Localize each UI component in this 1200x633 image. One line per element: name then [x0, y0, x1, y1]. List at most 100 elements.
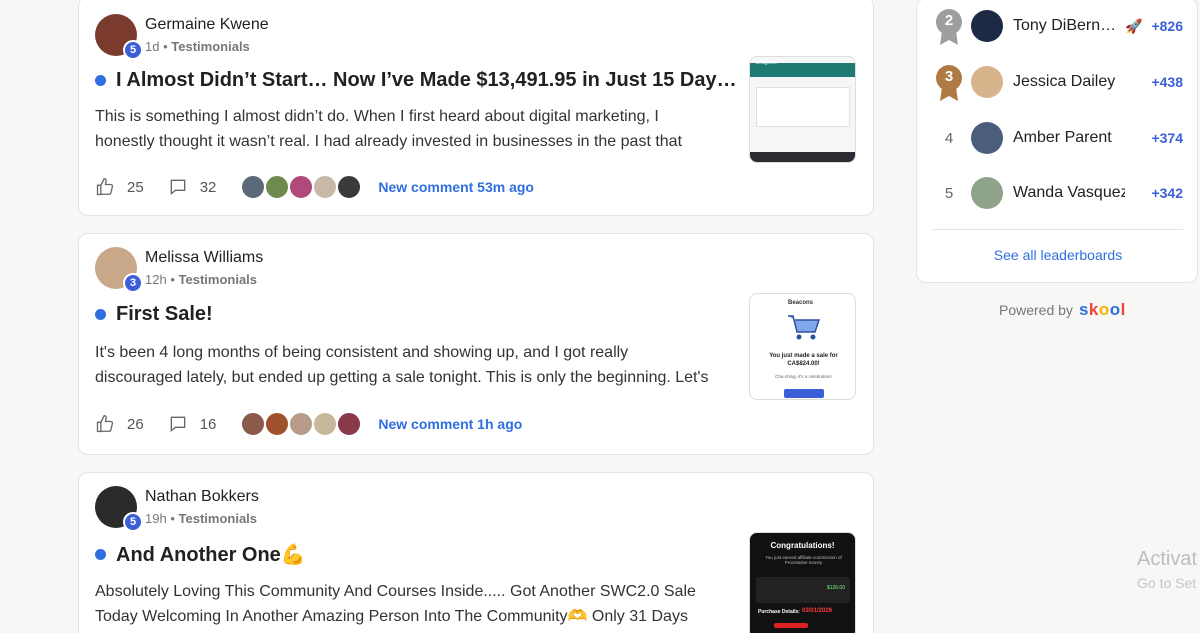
thumbnail-heading: Congratulations! [770, 541, 835, 550]
thumbnail-brand: Beacons [788, 300, 814, 306]
shopping-cart-icon [788, 315, 821, 340]
thumbs-up-icon [96, 414, 114, 433]
comment-count: 32 [199, 178, 217, 196]
unread-dot [95, 309, 106, 320]
post-author-row: 3 Melissa Williams 12h • Testimonials [95, 247, 263, 293]
commenter-avatar [288, 411, 315, 437]
commenter-avatars[interactable] [240, 411, 363, 437]
powered-by[interactable]: Powered by skool [999, 300, 1126, 320]
post-body[interactable]: Absolutely Loving This Community And Cou… [95, 579, 715, 629]
windows-activation-watermark: Activat [1137, 548, 1198, 570]
post-body-line: Absolutely Loving This Community And Cou… [95, 583, 696, 600]
leaderboard-points: +374 [1151, 130, 1183, 146]
post-meta: 12h • Testimonials [145, 271, 263, 288]
commenter-avatar [240, 174, 267, 200]
post-title-text[interactable]: First Sale! [116, 303, 213, 326]
post-body[interactable]: This is something I almost didn’t do. Wh… [95, 104, 715, 154]
level-badge: 5 [123, 512, 143, 532]
thumbnail-date: 03/01/2026 [802, 608, 833, 614]
meta-separator: • [170, 272, 175, 287]
post-card[interactable]: 3 Melissa Williams 12h • Testimonials Fi… [78, 233, 874, 455]
leaderboard-avatar[interactable] [971, 122, 1003, 154]
post-time: 12h [145, 272, 167, 287]
community-feed-page: 5 Germaine Kwene 1d • Testimonials I Alm… [0, 0, 1200, 633]
post-author-row: 5 Germaine Kwene 1d • Testimonials [95, 14, 269, 60]
leaderboard-name[interactable]: Amber Parent [1013, 129, 1125, 147]
leaderboard-avatar[interactable] [971, 66, 1003, 98]
leaderboard-row[interactable]: 4 Amber Parent +374 [933, 122, 1183, 154]
new-comment-link[interactable]: New comment 53m ago [378, 179, 534, 195]
rank-number: 4 [944, 129, 954, 147]
post-thumbnail[interactable]: Endgreen [749, 56, 856, 163]
leaderboard-row[interactable]: 5 Wanda Vasquez +342 [933, 177, 1183, 209]
unread-dot [95, 549, 106, 560]
author-avatar[interactable]: 5 [95, 486, 143, 532]
thumbs-up-icon [96, 177, 114, 196]
author-avatar[interactable]: 3 [95, 247, 143, 293]
skool-logo: skool [1078, 300, 1126, 319]
post-thumbnail[interactable]: Beacons You just made a sale for CA$824.… [749, 293, 856, 400]
post-body-line: Today Welcoming In Another Amazing Perso… [95, 608, 688, 625]
author-name[interactable]: Melissa Williams [145, 248, 263, 268]
leaderboard-avatar[interactable] [971, 177, 1003, 209]
commenter-avatars[interactable] [240, 174, 363, 200]
post-category[interactable]: Testimonials [179, 272, 258, 287]
leaderboard-name[interactable]: Tony DiBern… [1013, 17, 1125, 35]
post-body[interactable]: It's been 4 long months of being consist… [95, 340, 715, 390]
thumbnail-purchase-label: Purchase Details: [758, 609, 800, 615]
rocket-emoji: 🚀 [1125, 17, 1143, 34]
unread-dot [95, 75, 106, 86]
level-badge: 3 [123, 273, 143, 293]
commenter-avatar [336, 174, 363, 200]
new-comment-link[interactable]: New comment 1h ago [378, 416, 522, 432]
leaderboard-card: 2 Tony DiBern… 🚀 +826 3 Jessica Dailey +… [916, 0, 1198, 283]
author-name[interactable]: Nathan Bokkers [145, 487, 259, 507]
commenter-avatar [312, 411, 339, 437]
thumbnail-message: You just made a sale for CA$824.00! [769, 353, 838, 367]
leaderboard-row[interactable]: 2 Tony DiBern… 🚀 +826 [933, 7, 1183, 45]
leaderboard-row[interactable]: 3 Jessica Dailey +438 [933, 63, 1183, 101]
author-meta: Germaine Kwene 1d • Testimonials [145, 15, 269, 55]
commenter-avatar [336, 411, 363, 437]
post-title[interactable]: And Another One💪 [95, 542, 306, 567]
comment-icon [170, 179, 186, 196]
meta-separator: • [163, 39, 168, 54]
post-body-line: honestly thought it wasn’t real. I had a… [95, 133, 683, 150]
comment-button[interactable]: 16 [168, 414, 216, 434]
post-meta: 1d • Testimonials [145, 38, 269, 55]
thumbnail-redaction [774, 623, 808, 628]
post-card[interactable]: 5 Nathan Bokkers 19h • Testimonials And … [78, 472, 874, 633]
commenter-avatar [264, 174, 291, 200]
like-button[interactable]: 26 [95, 414, 144, 434]
leaderboard-name[interactable]: Jessica Dailey [1013, 73, 1125, 91]
thumbnail-text: Endgreen [756, 60, 778, 66]
silver-medal-icon: 2 [933, 7, 965, 45]
thumbnail-button [784, 389, 824, 398]
leaderboard-points: +438 [1151, 74, 1183, 90]
post-thumbnail[interactable]: Congratulations! You just earned affilia… [749, 532, 856, 633]
author-name[interactable]: Germaine Kwene [145, 15, 269, 35]
post-category[interactable]: Testimonials [179, 511, 258, 526]
post-actions: 26 16 New comment 1h ago [95, 411, 522, 437]
post-card[interactable]: 5 Germaine Kwene 1d • Testimonials I Alm… [78, 0, 874, 216]
post-title-text[interactable]: I Almost Didn’t Start… Now I’ve Made $13… [116, 69, 737, 92]
powered-by-label: Powered by [999, 302, 1073, 318]
like-button[interactable]: 25 [95, 177, 144, 197]
author-avatar[interactable]: 5 [95, 14, 143, 60]
thumbnail-subtext: Cha-ching, it's a celebration! [775, 374, 832, 379]
post-title[interactable]: First Sale! [95, 303, 213, 326]
thumbnail-card [756, 87, 850, 127]
post-time: 19h [145, 511, 167, 526]
thumbnail-price: $126.00 [826, 585, 845, 591]
see-all-leaderboards-link[interactable]: See all leaderboards [917, 247, 1199, 263]
comment-button[interactable]: 32 [168, 177, 217, 197]
leaderboard-divider [933, 229, 1183, 230]
post-title[interactable]: I Almost Didn’t Start… Now I’ve Made $13… [95, 69, 737, 92]
leaderboard-name[interactable]: Wanda Vasquez [1013, 184, 1125, 202]
post-category[interactable]: Testimonials [171, 39, 250, 54]
post-author-row: 5 Nathan Bokkers 19h • Testimonials [95, 486, 259, 532]
thumbnail-subtext: You just earned affiliate commission of … [765, 555, 842, 565]
leaderboard-avatar[interactable] [971, 10, 1003, 42]
commenter-avatar [312, 174, 339, 200]
post-title-text[interactable]: And Another One💪 [116, 542, 306, 567]
